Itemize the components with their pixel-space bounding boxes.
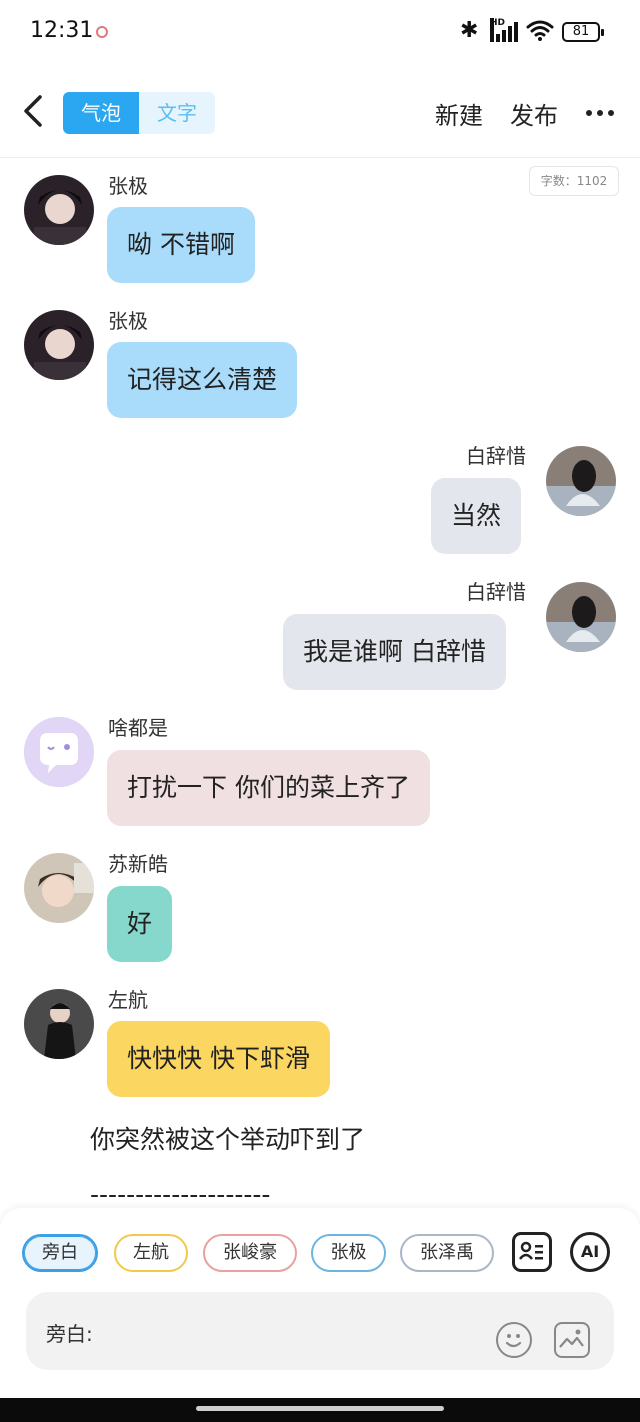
message-bubble[interactable]: 呦 不错啊 [107, 207, 255, 283]
message-bubble[interactable]: 好 [107, 886, 173, 962]
separator-line: -------------------- [90, 1180, 271, 1209]
narration-text[interactable]: 你突然被这个举动吓到了 [90, 1120, 365, 1156]
sender-name: 张极 [108, 309, 148, 333]
new-button[interactable]: 新建 [435, 96, 483, 131]
wifi-icon [526, 20, 554, 41]
ai-icon[interactable]: AI [570, 1232, 610, 1272]
bluetooth-icon: ✱ [460, 18, 479, 43]
tab-text[interactable]: 文字 [139, 92, 215, 134]
top-bar: 气泡 文字 新建 发布 [0, 64, 640, 158]
sender-name: 左航 [108, 988, 148, 1012]
tab-bubble[interactable]: 气泡 [63, 92, 139, 134]
emoji-icon[interactable] [496, 1322, 532, 1358]
avatar[interactable] [546, 582, 616, 652]
avatar[interactable] [24, 175, 94, 245]
word-count-badge: 字数：1102 [529, 166, 619, 196]
battery-icon: 81 [562, 22, 604, 42]
image-icon[interactable] [554, 1322, 590, 1358]
signal-icon: HD [490, 18, 520, 42]
character-chip[interactable]: 旁白 [22, 1234, 98, 1272]
chat-bubble-icon[interactable] [24, 717, 94, 787]
notification-icon [96, 26, 108, 38]
sender-name: 白辞惜 [466, 580, 526, 604]
avatar[interactable] [24, 310, 94, 380]
message-bubble[interactable]: 当然 [431, 478, 522, 554]
avatar[interactable] [546, 446, 616, 516]
avatar[interactable] [24, 853, 94, 923]
more-icon[interactable] [586, 110, 616, 118]
back-arrow-icon[interactable] [20, 94, 46, 128]
message-bubble[interactable]: 我是谁啊 白辞惜 [283, 614, 506, 690]
character-chip[interactable]: 张峻豪 [203, 1234, 297, 1272]
home-indicator[interactable] [196, 1406, 444, 1411]
sender-name: 啥都是 [108, 716, 168, 740]
message-bubble[interactable]: 记得这么清楚 [107, 342, 298, 418]
character-chip[interactable]: 张极 [311, 1234, 386, 1272]
status-bar: 12:31 ✱ HD 81 [0, 0, 640, 64]
sender-name: 白辞惜 [466, 444, 526, 468]
avatar[interactable] [24, 989, 94, 1059]
message-bubble[interactable]: 快快快 快下虾滑 [107, 1021, 330, 1097]
character-card-icon[interactable] [512, 1232, 552, 1272]
mode-toggle: 气泡 文字 [63, 92, 215, 134]
character-chip[interactable]: 张泽禹 [400, 1234, 494, 1272]
status-time: 12:31 [30, 18, 94, 43]
character-chip[interactable]: 左航 [114, 1234, 188, 1272]
sender-name: 苏新皓 [108, 852, 168, 876]
sender-name: 张极 [108, 174, 148, 198]
character-selector: 旁白 左航 张峻豪 张极 张泽禹 [22, 1234, 494, 1272]
message-bubble[interactable]: 打扰一下 你们的菜上齐了 [107, 750, 430, 826]
publish-button[interactable]: 发布 [510, 96, 558, 131]
speaker-label: 旁白: [46, 1322, 93, 1346]
system-nav-bar [0, 1398, 640, 1422]
